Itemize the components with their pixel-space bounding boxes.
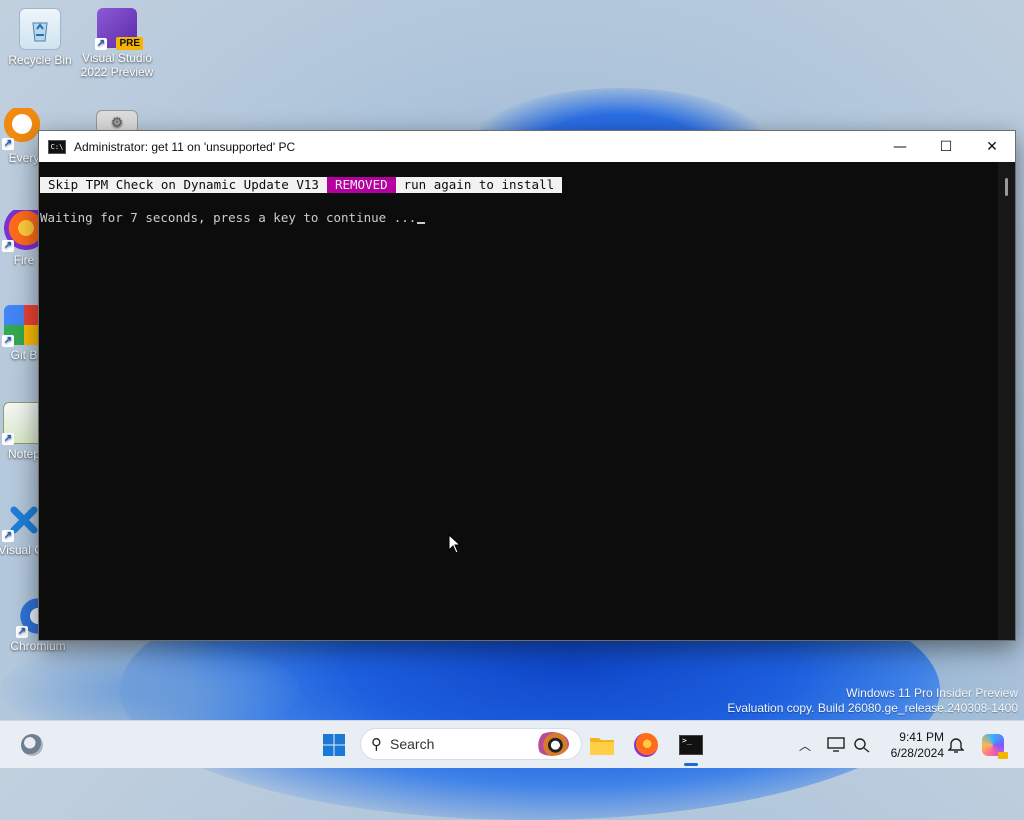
watermark-line-2: Evaluation copy. Build 26080.ge_release.… [727, 701, 1018, 715]
show-hidden-icons-button[interactable]: ︿ [796, 721, 814, 769]
text-cursor [417, 222, 426, 224]
weather-widget-icon [21, 734, 43, 756]
bell-icon [948, 738, 964, 753]
shortcut-arrow-icon: ↗ [2, 433, 14, 445]
watermark-line-1: Windows 11 Pro Insider Preview [846, 686, 1018, 700]
scrollbar-thumb[interactable] [1005, 178, 1008, 196]
pre-badge-icon [998, 752, 1008, 759]
network-icon [854, 738, 870, 753]
shortcut-arrow-icon: ↗ [2, 138, 14, 150]
taskbar-terminal[interactable]: >_ [675, 729, 707, 761]
console-banner: Skip TPM Check on Dynamic Update V13 REMO… [40, 177, 563, 193]
shortcut-arrow-icon: ↗ [2, 335, 14, 347]
pre-badge: PRE [116, 37, 143, 50]
search-placeholder: Search [390, 736, 435, 752]
visual-studio-icon: PRE ↗ [95, 8, 143, 50]
monitor-icon [827, 737, 845, 752]
shortcut-arrow-icon: ↗ [2, 530, 14, 542]
taskbar-file-explorer[interactable] [586, 729, 618, 761]
start-button[interactable] [318, 729, 350, 761]
taskbar: ⚲ Search >_ ︿ 9:41 PM 6/28/2024 [0, 720, 1024, 768]
chevron-up-icon: ︿ [798, 738, 811, 753]
recycle-bin-icon [19, 8, 61, 50]
terminal-icon: >_ [679, 735, 703, 755]
banner-hint: run again to install [395, 177, 563, 193]
desktop-icon-recycle-bin[interactable]: Recycle Bin [2, 8, 78, 67]
console-output[interactable]: Skip TPM Check on Dynamic Update V13 REMO… [39, 162, 998, 640]
shortcut-arrow-icon: ↗ [2, 240, 14, 252]
start-icon [323, 734, 345, 756]
shortcut-arrow-icon: ↗ [95, 38, 107, 50]
tray-display-icon[interactable] [826, 721, 846, 769]
console-prompt-line: Waiting for 7 seconds, press a key to co… [40, 210, 426, 226]
banner-status-removed: REMOVED [326, 177, 396, 193]
desktop-icon-label: Visual Studio 2022 Preview [80, 51, 154, 79]
minimize-button[interactable]: — [877, 131, 923, 162]
console-prompt-text: Waiting for 7 seconds, press a key to co… [40, 210, 417, 225]
search-icon: ⚲ [371, 735, 382, 753]
windows-evaluation-watermark: Windows 11 Pro Insider Preview Evaluatio… [727, 686, 1018, 716]
vertical-scrollbar[interactable] [998, 162, 1015, 640]
cmd-icon: C:\ [48, 139, 66, 154]
taskbar-clock[interactable]: 9:41 PM 6/28/2024 [891, 729, 944, 761]
desktop-icon-visual-studio[interactable]: PRE ↗ Visual Studio 2022 Preview [79, 8, 155, 79]
active-app-indicator [684, 763, 698, 766]
banner-title: Skip TPM Check on Dynamic Update V13 [40, 177, 327, 193]
tray-network-icon[interactable] [852, 721, 872, 769]
close-button[interactable]: ✕ [969, 131, 1015, 162]
desktop-icon-label: Recycle Bin [8, 53, 72, 67]
shortcut-arrow-icon: ↗ [16, 626, 28, 638]
file-explorer-icon [590, 738, 614, 755]
maximize-button[interactable]: ☐ [923, 131, 969, 162]
notifications-button[interactable] [946, 721, 966, 769]
desktop-icon-label: Chromium [10, 639, 66, 653]
clock-date: 6/28/2024 [890, 746, 944, 760]
firefox-icon [634, 733, 658, 757]
mouse-pointer-icon [448, 534, 462, 554]
window-titlebar[interactable]: C:\ Administrator: get 11 on 'unsupporte… [39, 131, 1015, 162]
copilot-icon [982, 734, 1008, 759]
clock-time: 9:41 PM [899, 730, 944, 744]
window-title: Administrator: get 11 on 'unsupported' P… [74, 139, 296, 154]
taskbar-search-box[interactable]: ⚲ Search [360, 728, 582, 760]
copilot-button[interactable] [980, 721, 1008, 769]
widgets-button[interactable] [16, 729, 48, 761]
console-window[interactable]: C:\ Administrator: get 11 on 'unsupporte… [38, 130, 1016, 641]
search-highlight-icon [535, 732, 569, 756]
taskbar-firefox[interactable] [630, 729, 662, 761]
